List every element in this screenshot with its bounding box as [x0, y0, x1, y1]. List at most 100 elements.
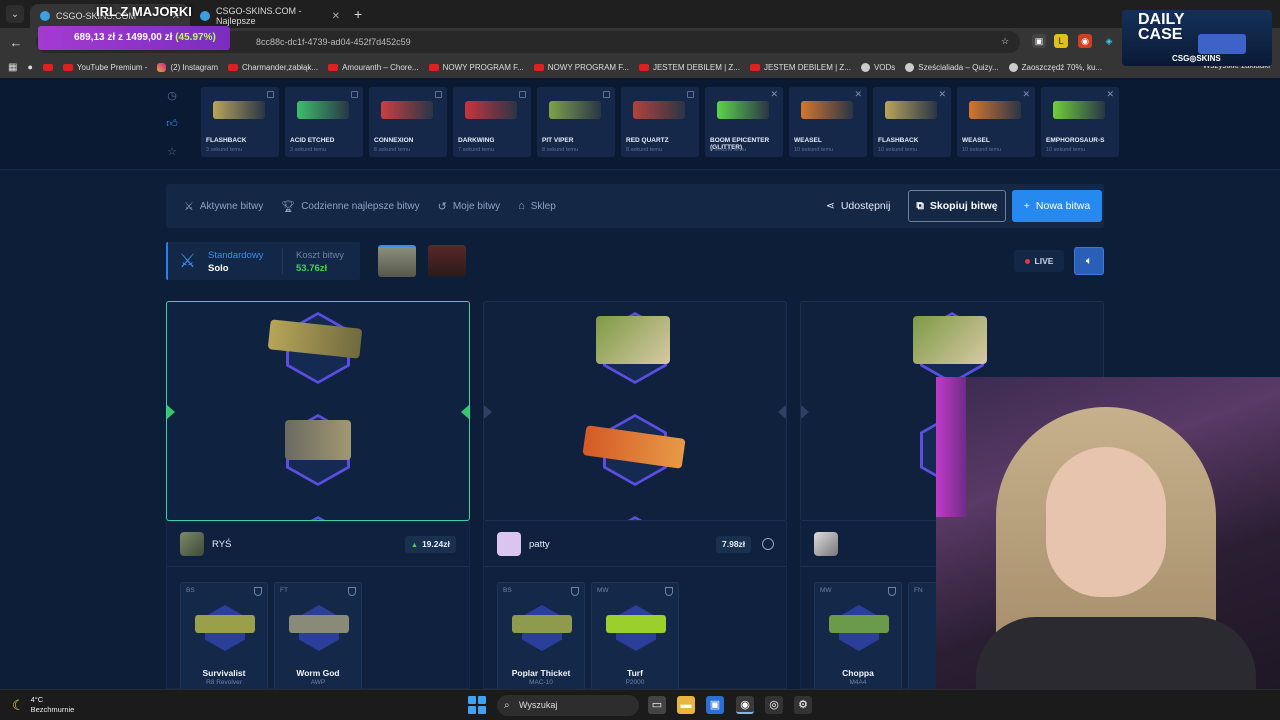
plus-icon: + — [1023, 200, 1030, 212]
webcam-face — [1046, 447, 1166, 597]
bookmark-star-icon[interactable]: ☆ — [998, 34, 1012, 48]
weapon-image — [717, 101, 769, 119]
globe-icon — [905, 62, 915, 72]
close-icon: ✕ — [770, 89, 778, 99]
file-explorer-icon[interactable]: ▬ — [677, 696, 695, 714]
bookmark-item[interactable]: VODs — [860, 62, 896, 72]
history-icon: ↺ — [437, 200, 447, 213]
clock-icon[interactable]: ◷ — [166, 90, 178, 102]
live-drop-card[interactable]: ✕ EMPHOROSAUR-S 10 sekund temu — [1041, 87, 1119, 157]
bot-avatar[interactable] — [814, 532, 838, 556]
live-drop-card[interactable]: ✕ WEASEL 10 sekund temu — [957, 87, 1035, 157]
goal-percent: (45.97%) — [175, 32, 216, 43]
thumbs-up-icon[interactable]: 👍︎ — [166, 118, 178, 130]
extension-icon[interactable]: ◉ — [1078, 34, 1092, 48]
live-drop-card[interactable]: ACID ETCHED 3 sekund temu — [285, 87, 363, 157]
drop-time: 8 sekund temu — [626, 147, 663, 153]
star-icon[interactable]: ☆ — [166, 146, 178, 158]
task-view-icon[interactable]: ▭ — [648, 696, 666, 714]
won-item-card[interactable]: FT Worm God AWP — [274, 582, 362, 690]
bookmark-item[interactable] — [42, 63, 53, 71]
case-thumbnail[interactable] — [378, 245, 416, 277]
copy-icon: ⧉ — [916, 199, 924, 212]
new-battle-button[interactable]: + Nowa bitwa — [1012, 190, 1102, 222]
tab-list-button[interactable]: ⌄ — [6, 5, 24, 23]
youtube-icon — [228, 63, 239, 71]
bookmark-item[interactable]: NOWY PROGRAM F... — [428, 63, 524, 72]
live-drop-card[interactable]: FLASHBACK 3 sekund temu — [201, 87, 279, 157]
bookmark-label: Charmander,zabłąk... — [242, 62, 319, 72]
avatar[interactable] — [180, 532, 204, 556]
extension-icon[interactable]: ◈ — [1102, 34, 1116, 48]
new-tab-button[interactable]: + — [354, 6, 362, 22]
globe-icon — [1008, 62, 1018, 72]
reel-right-pointer — [461, 405, 469, 419]
shield-icon — [665, 587, 673, 596]
nav-shop[interactable]: ⌂ Sklep — [518, 200, 556, 212]
won-item-card[interactable]: MW Turf P2000 — [591, 582, 679, 690]
nav-daily-best[interactable]: 🏆︎ Codzienne najlepsze bitwy — [281, 200, 419, 213]
live-drop-card[interactable]: ✕ BOOM EPICENTER (GLITTER) 9 sekund temu — [705, 87, 783, 157]
share-button[interactable]: ⋖ Udostępnij — [826, 184, 890, 228]
rgb-light — [936, 377, 966, 517]
bookmark-item[interactable]: (2) Instagram — [157, 62, 218, 72]
live-drops-feed: ◷ 👍︎ ☆ FLASHBACK 3 sekund temu ACID ETCHED… — [0, 78, 1280, 170]
weather-widget[interactable]: ☾ 4°C Bezchmurnie — [12, 695, 74, 715]
reel-right-pointer — [778, 405, 786, 419]
copy-battle-button[interactable]: ⧉ Skopiuj bitwę — [908, 190, 1006, 222]
close-tab-icon[interactable]: ✕ — [332, 11, 340, 22]
arrow-up-icon: ▲ — [411, 542, 418, 549]
won-item-card[interactable]: BS Survivalist R8 Revolver — [180, 582, 268, 690]
store-icon[interactable]: ▣ — [706, 696, 724, 714]
bookmark-item[interactable]: Amouranth – Chore... — [328, 63, 419, 72]
bookmark-item[interactable]: Zaoszczędź 70%, ku... — [1008, 62, 1102, 72]
drop-name: RED QUARTZ — [626, 137, 669, 144]
extension-icon[interactable]: ▣ — [1032, 34, 1046, 48]
won-item-card[interactable]: BS Poplar Thicket MAC-10 — [497, 582, 585, 690]
drop-time: 10 sekund temu — [878, 147, 918, 153]
live-drop-card[interactable]: ✕ WEASEL 10 sekund temu — [789, 87, 867, 157]
swords-icon: ⚔ — [184, 200, 194, 213]
live-drop-card[interactable]: DARKWING 7 sekund temu — [453, 87, 531, 157]
chrome-icon[interactable]: ◉ — [736, 696, 754, 714]
bookmark-item[interactable]: Sześcialiada – Quizy... — [905, 62, 999, 72]
live-drop-card[interactable]: CONNEXION 6 sekund temu — [369, 87, 447, 157]
nav-active-battles[interactable]: ⚔ Aktywne bitwy — [184, 200, 263, 213]
case-thumbnail[interactable] — [428, 245, 466, 277]
search-placeholder: Wyszukaj — [519, 700, 558, 710]
bookmark-item[interactable]: JESTEM DEBILEM | Z... — [749, 63, 851, 72]
back-arrow-icon[interactable]: ← — [4, 35, 28, 50]
settings-gear-icon[interactable]: ⚙ — [794, 696, 812, 714]
emoji-icon[interactable] — [762, 538, 774, 550]
apps-grid-icon[interactable]: ▦ — [8, 62, 17, 73]
obs-icon[interactable]: ◎ — [765, 696, 783, 714]
nav-my-battles[interactable]: ↺ Moje bitwy — [438, 200, 500, 213]
avatar[interactable] — [497, 532, 521, 556]
shield-icon — [348, 587, 356, 596]
bookmark-item[interactable]: YouTube Premium - — [62, 63, 147, 72]
won-item-card[interactable]: MW Choppa M4A4 — [814, 582, 902, 690]
player-header: patty 7.98zł — [484, 521, 786, 567]
item-type: M4A4 — [849, 679, 867, 686]
battle-navbar: ⚔ Aktywne bitwy 🏆︎ Codzienne najlepsze bit… — [166, 184, 1104, 228]
player-name[interactable]: patty — [529, 539, 550, 550]
live-drop-card[interactable]: ✕ FLASHBACK 10 sekund temu — [873, 87, 951, 157]
live-drop-card[interactable]: PIT VIPER 8 sekund temu — [537, 87, 615, 157]
item-name: Survivalist — [202, 668, 246, 678]
bookmark-item[interactable]: NOWY PROGRAM F... — [533, 63, 629, 72]
sound-toggle-button[interactable]: 🔈︎ — [1074, 247, 1104, 275]
tab-title: CSGO-SKINS.COM - Najlepsze — [216, 6, 302, 26]
live-drop-card[interactable]: RED QUARTZ 8 sekund temu — [621, 87, 699, 157]
bookmark-item[interactable]: Charmander,zabłąk... — [228, 63, 318, 72]
player-name[interactable]: RYŚ — [212, 539, 231, 550]
windows-start-icon[interactable] — [468, 696, 486, 714]
bookmark-item[interactable]: JESTEM DEBILEM | Z... — [638, 63, 740, 72]
extension-icon[interactable]: L — [1054, 34, 1068, 48]
browser-tab-2[interactable]: CSGO-SKINS.COM - Najlepsze ✕ — [190, 4, 350, 28]
copy-label: Skopiuj bitwę — [929, 200, 998, 212]
goal-current: 689,13 zł — [74, 32, 116, 43]
reel-left-pointer — [484, 405, 492, 419]
taskbar-search[interactable]: ⌕ Wyszukaj — [497, 695, 639, 716]
github-icon[interactable]: ● — [27, 62, 32, 72]
bookmark-label: VODs — [873, 62, 896, 72]
